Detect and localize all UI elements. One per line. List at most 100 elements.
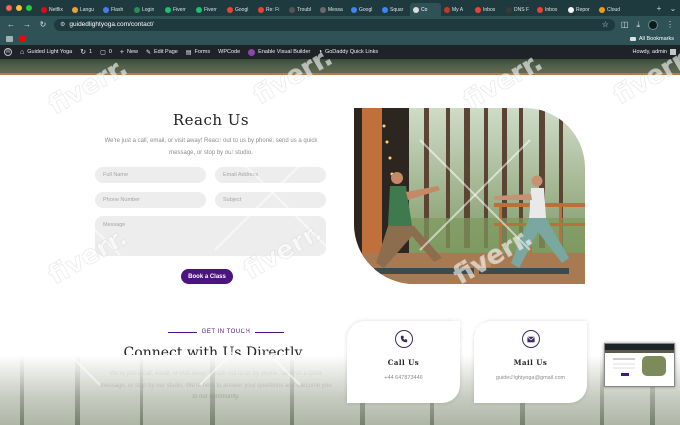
back-icon[interactable]: ← xyxy=(6,20,16,29)
tab-label: Googl xyxy=(235,6,249,13)
tab-favicon-icon xyxy=(258,6,264,13)
wp-updates[interactable]: ↻ 1 xyxy=(80,48,92,56)
wp-quick-links[interactable]: ◑ GoDaddy Quick Links xyxy=(318,49,378,55)
updates-icon: ↻ xyxy=(80,49,87,56)
browser-tab[interactable]: Googl xyxy=(224,3,255,16)
wp-visual-builder[interactable]: Enable Visual Builder xyxy=(248,48,310,56)
site-name-label: Guided Light Yoga xyxy=(27,49,73,55)
address-bar[interactable]: ⚙ guidedlightyoga.com/contact/ ☆ xyxy=(54,18,615,31)
youtube-icon[interactable] xyxy=(19,36,26,42)
browser-tab[interactable]: Co xyxy=(410,3,441,16)
extensions-icon[interactable]: ◫ xyxy=(621,20,629,29)
new-label: New xyxy=(126,49,138,55)
browser-tab[interactable]: Re: Fi xyxy=(255,3,286,16)
call-us-number[interactable]: +44 647873446 xyxy=(347,375,460,381)
wpcode-label: WPCode xyxy=(218,49,241,55)
tab-search-icon[interactable]: ⌄ xyxy=(666,4,680,13)
divi-icon xyxy=(248,48,256,56)
tab-label: Netflix xyxy=(49,6,63,13)
contact-page: Reach Us We're just a call, email, or vi… xyxy=(0,75,680,425)
mail-us-card[interactable]: Mail Us guidedlightyoga@gmail.com xyxy=(474,321,587,403)
tab-label: Squar xyxy=(390,6,404,13)
browser-tab[interactable]: Fiverr xyxy=(162,3,193,16)
tab-favicon-icon xyxy=(289,6,295,13)
email-placeholder: Email Address xyxy=(223,172,259,178)
tab-label: Fiverr xyxy=(204,6,217,13)
browser-tab[interactable]: Googl xyxy=(348,3,379,16)
full-name-field[interactable]: Full Name xyxy=(95,167,206,183)
yoga-photo xyxy=(354,108,585,284)
bookmark-star-icon[interactable]: ☆ xyxy=(602,20,609,29)
browser-tab[interactable]: Squar xyxy=(379,3,410,16)
new-tab-icon[interactable]: + xyxy=(652,4,666,13)
browser-tab[interactable]: DNS F xyxy=(503,3,534,16)
browser-tab[interactable]: My A xyxy=(441,3,472,16)
connect-title: Connect with Us Directly xyxy=(123,345,303,361)
reload-icon[interactable]: ↻ xyxy=(38,20,48,29)
full-name-placeholder: Full Name xyxy=(103,172,129,178)
tab-favicon-icon xyxy=(537,6,543,13)
minimize-window-icon[interactable] xyxy=(16,5,22,11)
all-bookmarks[interactable]: All Bookmarks xyxy=(629,36,674,42)
email-field[interactable]: Email Address xyxy=(215,167,326,183)
tab-label: Fiverr xyxy=(173,6,186,13)
mail-us-title: Mail Us xyxy=(513,358,548,367)
wp-edit-page[interactable]: ✎ Edit Page xyxy=(146,49,178,56)
wp-site-name[interactable]: ⌂ Guided Light Yoga xyxy=(20,49,72,56)
tab-favicon-icon xyxy=(599,6,605,13)
apps-grid-icon[interactable] xyxy=(6,36,13,42)
comments-count: 0 xyxy=(108,49,112,55)
phone-field[interactable]: Phone Number xyxy=(95,192,206,208)
tab-label: Re: Fi xyxy=(266,6,280,13)
tab-label: Messa xyxy=(328,6,343,13)
tab-label: Googl xyxy=(359,6,373,13)
forward-icon[interactable]: → xyxy=(22,20,32,29)
tab-favicon-icon xyxy=(134,6,140,13)
message-field[interactable]: Message xyxy=(95,216,326,256)
wp-wpcode[interactable]: WPCode xyxy=(218,49,240,55)
envelope-icon xyxy=(521,330,540,348)
close-window-icon[interactable] xyxy=(6,5,12,11)
mail-us-address[interactable]: guidedlightyoga@gmail.com xyxy=(474,375,587,381)
screenshot-thumbnail[interactable] xyxy=(604,343,675,387)
subject-field[interactable]: Subject xyxy=(215,192,326,208)
tab-favicon-icon xyxy=(41,6,47,13)
browser-tab[interactable]: Flash xyxy=(100,3,131,16)
maximize-window-icon[interactable] xyxy=(26,5,32,11)
browser-tab[interactable]: Langu xyxy=(69,3,100,16)
download-icon[interactable]: ⤓ xyxy=(636,20,640,30)
browser-tab-bar: Netflix Langu Flash Login Fiverr Fiverr Googl R… xyxy=(0,0,680,16)
subject-placeholder: Subject xyxy=(223,197,242,203)
browser-tab[interactable]: Inbox xyxy=(534,3,565,16)
browser-tab[interactable]: Login xyxy=(131,3,162,16)
browser-tab[interactable]: Inbox xyxy=(472,3,503,16)
menu-icon[interactable]: ⋮ xyxy=(666,20,674,29)
tab-favicon-icon xyxy=(72,6,78,13)
wp-logo-menu[interactable]: W xyxy=(4,48,12,56)
tab-favicon-icon xyxy=(227,6,233,13)
browser-tab[interactable]: Repor xyxy=(565,3,596,16)
admin-avatar xyxy=(670,49,676,55)
wp-forms[interactable]: ▤ Forms xyxy=(186,49,210,56)
profile-avatar[interactable] xyxy=(648,19,658,30)
browser-tab[interactable]: Netflix xyxy=(38,3,69,16)
window-controls xyxy=(0,5,38,11)
tab-favicon-icon xyxy=(103,6,109,13)
browser-toolbar: ← → ↻ ⚙ guidedlightyoga.com/contact/ ☆ ◫… xyxy=(0,16,680,33)
browser-tab[interactable]: Cloud xyxy=(596,3,627,16)
wp-comments[interactable]: ▢ 0 xyxy=(100,49,112,56)
browser-tab[interactable]: Troubl xyxy=(286,3,317,16)
wp-account[interactable]: Howdy, admin xyxy=(633,49,676,55)
envelope-glyph xyxy=(526,335,535,342)
browser-tab[interactable]: Fiverr xyxy=(193,3,224,16)
book-a-class-button[interactable]: Book a Class xyxy=(181,269,233,284)
tab-favicon-icon xyxy=(444,6,450,13)
quick-links-label: GoDaddy Quick Links xyxy=(324,49,379,55)
browser-tab[interactable]: Messa xyxy=(317,3,348,16)
wp-new[interactable]: + New xyxy=(120,49,138,56)
site-info-icon[interactable]: ⚙ xyxy=(60,21,65,28)
eyebrow-label: GET IN TOUCH xyxy=(201,329,251,335)
reach-us-description: We're just a call, email, or visit away!… xyxy=(104,138,318,156)
tab-label: Flash xyxy=(111,6,124,13)
call-us-card[interactable]: Call Us +44 647873446 xyxy=(347,321,460,403)
